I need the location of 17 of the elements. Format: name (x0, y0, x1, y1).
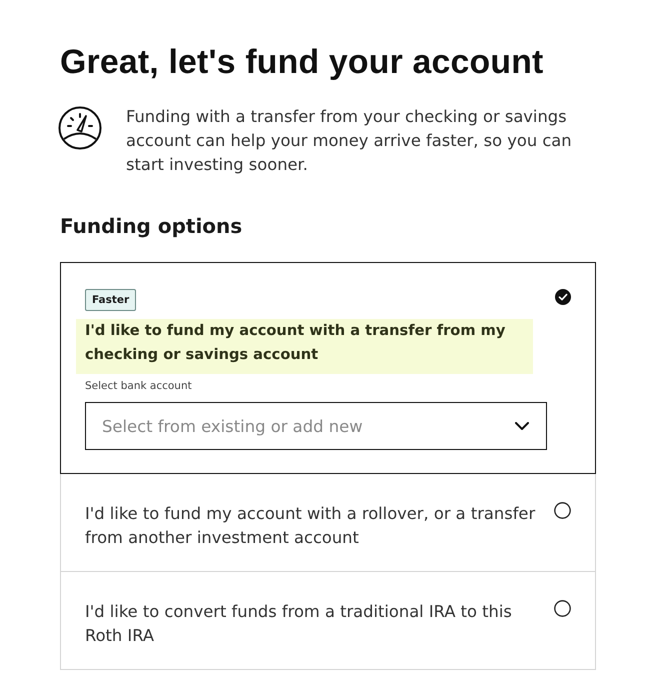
funding-option[interactable]: I'd like to fund my account with a rollover, or a transfer from another investment account (60, 473, 596, 572)
page-title: Great, let's fund your account (60, 42, 545, 82)
bank-account-select[interactable]: Select from existing or add new (85, 402, 547, 450)
chevron-down-icon (515, 422, 529, 430)
funding-option[interactable]: I'd like to convert funds from a traditional IRA to this Roth IRA (60, 571, 596, 670)
intro-text: Funding with a transfer from your checking or savings account can help your money arrive faster, so you can start investing sooner. (126, 106, 573, 176)
checkmark-icon[interactable] (555, 289, 571, 305)
speedometer-icon (58, 106, 102, 150)
option-label: I'd like to fund my account with a rollover, or a transfer from another investment account (85, 503, 536, 549)
option-label: I'd like to fund my account with a transfer from my checking or savings account (76, 319, 533, 374)
field-label: Select bank account (85, 379, 193, 393)
faster-badge: Faster (85, 289, 136, 311)
option-label: I'd like to convert funds from a traditional IRA to this Roth IRA (85, 601, 513, 647)
funding-option[interactable]: Faster I'd like to fund my account with a transfer from my checking or savings account Select bank account Select from existing or add new (60, 262, 596, 474)
section-heading: Funding options (60, 213, 244, 239)
radio-button[interactable] (554, 600, 571, 617)
radio-button[interactable] (554, 502, 571, 519)
